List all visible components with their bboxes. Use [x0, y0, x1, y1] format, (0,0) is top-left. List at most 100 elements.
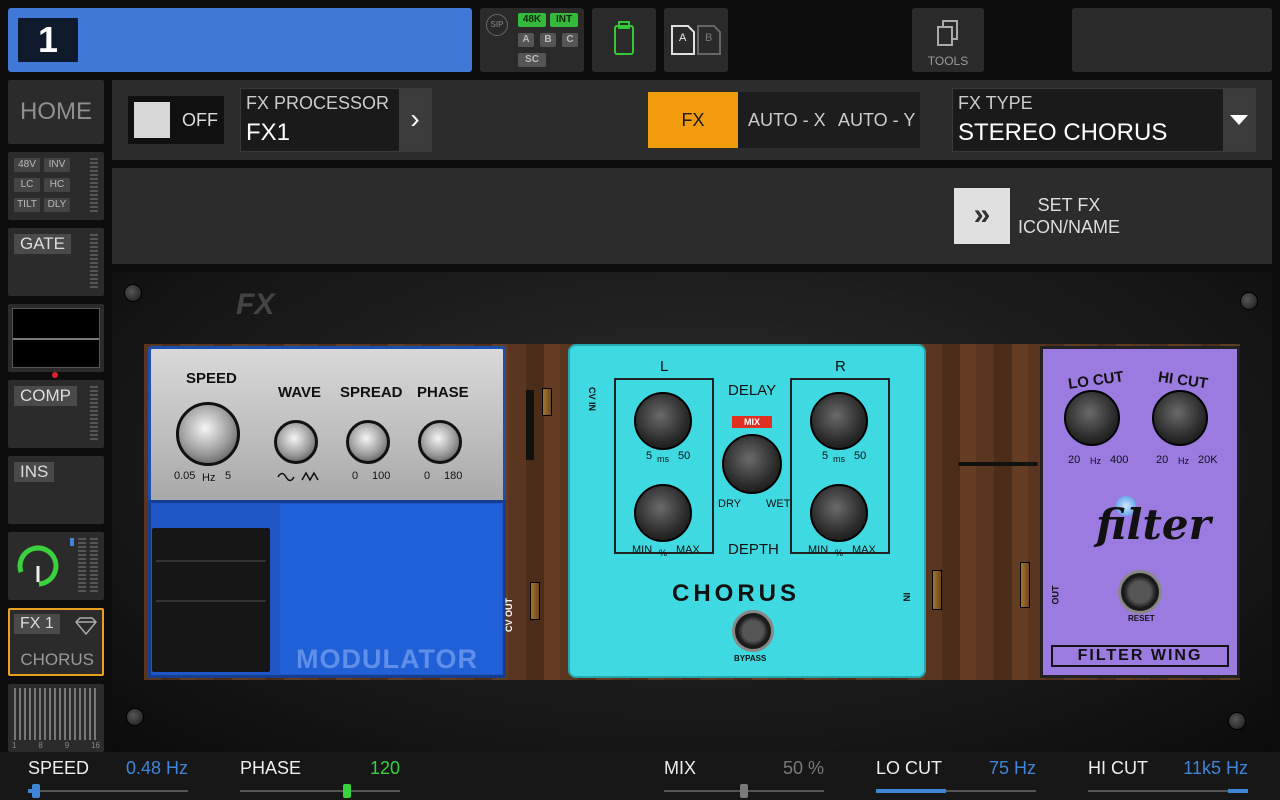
chevron-down-icon[interactable]	[1223, 89, 1255, 151]
bus-sends-section[interactable]: 1 8 9 16	[8, 684, 104, 752]
chorus-left-label: L	[660, 358, 669, 375]
chorus-delay-right-knob[interactable]	[810, 392, 868, 450]
set-fx-icon-button[interactable]: »	[954, 188, 1010, 244]
auto-y-button[interactable]: AUTO - Y	[838, 92, 915, 148]
sample-rate-badge: 48K	[518, 13, 546, 27]
usb-status-button[interactable]	[592, 8, 656, 72]
screw-icon	[1228, 712, 1246, 730]
eq-indicator-dot	[52, 372, 58, 378]
depth-left-unit: %	[659, 548, 668, 558]
48v-tag: 48V	[14, 158, 40, 172]
mix-dry-label: DRY	[718, 498, 742, 510]
fx-processor-selector[interactable]: FX PROCESSOR FX1 ›	[240, 88, 432, 152]
param-locut-fill	[876, 789, 946, 793]
bus-scale-8: 8	[38, 741, 43, 750]
toggle-switch-square	[134, 102, 170, 138]
cable-jack	[1020, 562, 1030, 608]
param-hicut-fill	[1228, 789, 1248, 793]
patch-cable	[958, 462, 1038, 466]
lo-cut-unit: Hz	[1090, 456, 1101, 466]
screw-icon	[1240, 292, 1258, 310]
param-hicut-slider[interactable]	[1088, 790, 1248, 792]
param-hicut-value: 11k5 Hz	[1183, 758, 1248, 778]
bus-scale-16: 16	[91, 741, 100, 750]
gate-section[interactable]: GATE	[8, 228, 104, 296]
fx-diamond-icon	[74, 617, 98, 636]
bypass-label: BYPASS	[734, 654, 767, 663]
chorus-name: CHORUS	[672, 580, 801, 607]
depth-right-max: MAX	[852, 544, 876, 556]
lo-cut-min: 20	[1068, 454, 1081, 466]
tools-copy-icon	[937, 20, 958, 46]
chorus-delay-left-knob[interactable]	[634, 392, 692, 450]
compressor-section[interactable]: COMP	[8, 380, 104, 448]
speed-knob[interactable]	[176, 402, 240, 466]
reset-label: RESET	[1128, 614, 1155, 623]
fx1-type-label: CHORUS	[20, 650, 94, 669]
param-phase-value: 120	[369, 758, 400, 778]
chorus-bypass-footswitch[interactable]	[732, 610, 774, 652]
out-label: OUT	[1050, 585, 1061, 605]
speed-max-label: 5	[225, 470, 232, 482]
eq-curve-display	[12, 308, 100, 368]
param-speed-slider[interactable]	[28, 790, 188, 792]
phase-min-label: 0	[424, 470, 431, 482]
home-button[interactable]: HOME	[8, 80, 104, 144]
filter-footswitch[interactable]	[1118, 570, 1162, 614]
fx-mode-button[interactable]: FX	[648, 92, 738, 148]
param-mix-value: 50 %	[782, 758, 824, 778]
comp-label: COMP	[14, 386, 77, 406]
lc-tag: LC	[14, 178, 40, 192]
chorus-depth-left-knob[interactable]	[634, 484, 692, 542]
eq-section[interactable]	[8, 304, 104, 372]
chorus-mix-knob[interactable]	[722, 434, 782, 494]
chevron-right-icon[interactable]: ›	[399, 89, 431, 151]
param-mix-thumb[interactable]	[740, 784, 748, 798]
bus-scale-1: 1	[12, 741, 17, 750]
param-hicut-name: HI CUT	[1088, 758, 1148, 778]
patch-cable	[526, 390, 534, 460]
sip-indicator: SIP	[486, 14, 508, 36]
hc-tag: HC	[44, 178, 70, 192]
chorus-depth-label: DEPTH	[728, 541, 779, 558]
fx-type-dropdown[interactable]: FX TYPE STEREO CHORUS	[952, 88, 1256, 152]
inv-tag: INV	[44, 158, 70, 172]
param-speed-thumb[interactable]	[32, 784, 40, 798]
chorus-depth-right-knob[interactable]	[810, 484, 868, 542]
main-send-section[interactable]	[8, 532, 104, 600]
fx-processor-caption: FX PROCESSOR	[246, 93, 390, 113]
preamp-section[interactable]: 48V INV LC HC TILT DLY	[8, 152, 104, 220]
main-meter-right	[90, 538, 98, 594]
set-fx-label-line2: ICON/NAME	[1017, 217, 1120, 237]
lo-cut-knob[interactable]	[1064, 390, 1120, 446]
auto-x-button[interactable]: AUTO - X	[748, 92, 826, 148]
bus-b-badge: B	[540, 33, 556, 47]
spread-knob[interactable]	[346, 420, 390, 464]
set-fx-label: SET FX ICON/NAME	[1010, 194, 1128, 238]
chorus-mix-tag: MIX	[732, 416, 772, 428]
bus-scale-9: 9	[64, 741, 70, 750]
bus-c-badge: C	[562, 33, 578, 47]
lo-cut-max: 400	[1110, 454, 1129, 466]
param-locut-name: LO CUT	[876, 758, 943, 778]
wave-knob[interactable]	[274, 420, 318, 464]
card-slot-button[interactable]: A B	[664, 8, 728, 72]
top-right-panel[interactable]	[1072, 8, 1272, 72]
insert-section[interactable]: INS	[8, 456, 104, 524]
fx1-slot[interactable]: FX 1 CHORUS	[8, 608, 104, 676]
modulator-footswitch-left[interactable]	[152, 528, 270, 672]
hi-cut-unit: Hz	[1178, 456, 1189, 466]
fx-on-off-toggle[interactable]: OFF	[128, 96, 224, 144]
dly-tag: DLY	[44, 198, 70, 212]
tools-button[interactable]: TOOLS	[912, 8, 984, 72]
param-phase-slider[interactable]	[240, 790, 400, 792]
tools-label: TOOLS	[927, 54, 969, 68]
param-phase-thumb[interactable]	[343, 784, 352, 798]
comp-meter	[90, 386, 98, 442]
depth-right-min: MIN	[808, 544, 829, 556]
hi-cut-knob[interactable]	[1152, 390, 1208, 446]
phase-label: PHASE	[417, 384, 469, 401]
screw-icon	[126, 708, 144, 726]
mix-wet-label: WET	[766, 498, 791, 510]
phase-knob[interactable]	[418, 420, 462, 464]
